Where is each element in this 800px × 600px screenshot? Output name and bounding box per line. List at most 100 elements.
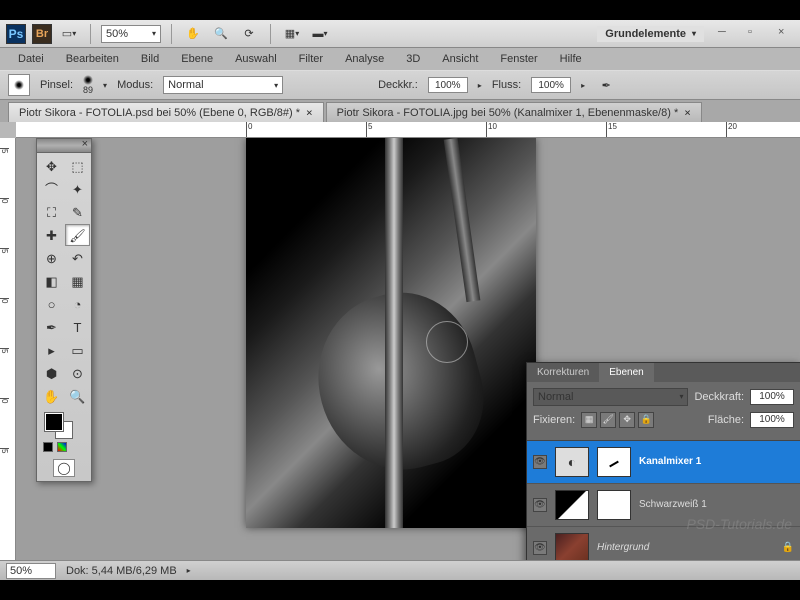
brush-size-value: 89 bbox=[83, 85, 93, 95]
ruler-horizontal[interactable]: 0 5 10 15 20 bbox=[16, 122, 800, 138]
adjustment-thumb-icon[interactable] bbox=[555, 490, 589, 520]
menu-3d[interactable]: 3D bbox=[396, 51, 430, 67]
doc-tab-1[interactable]: Piotr Sikora - FOTOLIA.jpg bei 50% (Kana… bbox=[326, 102, 702, 122]
menu-bild[interactable]: Bild bbox=[131, 51, 169, 67]
rotate-view-button[interactable]: ⟳ bbox=[238, 23, 260, 45]
brush-picker-dropdown[interactable]: ▾ bbox=[103, 81, 107, 90]
mask-thumb-icon[interactable] bbox=[597, 490, 631, 520]
visibility-toggle-icon[interactable]: 👁 bbox=[533, 541, 547, 555]
layer-opacity-input[interactable] bbox=[750, 389, 794, 405]
menu-datei[interactable]: Datei bbox=[8, 51, 54, 67]
layer-thumb-icon[interactable] bbox=[555, 533, 589, 560]
doc-size-label: Dok: 5,44 MB/6,29 MB bbox=[66, 565, 177, 577]
photoshop-icon[interactable]: Ps bbox=[6, 24, 26, 44]
canvas-area[interactable]: ✥ ⬚ ⌒ ✦ ⛶ ✎ ✚ 🖌 ⊕ ↶ ◧ ▦ ○ ◔ ✒ T ▸ bbox=[16, 138, 800, 560]
stamp-tool[interactable]: ⊕ bbox=[39, 247, 64, 269]
maximize-button[interactable]: ▫ bbox=[748, 26, 764, 42]
opacity-label: Deckkr.: bbox=[378, 79, 418, 91]
menu-analyse[interactable]: Analyse bbox=[335, 51, 394, 67]
foreground-color[interactable] bbox=[45, 413, 63, 431]
crop-tool[interactable]: ⛶ bbox=[39, 201, 64, 223]
zoom-tool[interactable]: 🔍 bbox=[65, 385, 90, 407]
blur-tool[interactable]: ○ bbox=[39, 293, 64, 315]
brush-label: Pinsel: bbox=[40, 79, 73, 91]
airbrush-button[interactable]: ✒ bbox=[595, 74, 617, 96]
hand-tool[interactable]: ✋ bbox=[39, 385, 64, 407]
layer-kanalmixer[interactable]: 👁 ◐ Kanalmixer 1 bbox=[527, 441, 800, 484]
opacity-label: Deckkraft: bbox=[694, 391, 744, 403]
brush-cursor-icon bbox=[426, 321, 468, 363]
visibility-toggle-icon[interactable]: 👁 bbox=[533, 498, 547, 512]
toolbox-header[interactable] bbox=[37, 139, 91, 153]
3d-tool[interactable]: ⬢ bbox=[39, 362, 64, 384]
wand-tool[interactable]: ✦ bbox=[65, 178, 90, 200]
doc-tab-0[interactable]: Piotr Sikora - FOTOLIA.psd bei 50% (Eben… bbox=[8, 102, 324, 122]
minimize-button[interactable]: ─ bbox=[718, 26, 734, 42]
bridge-icon[interactable]: Br bbox=[32, 24, 52, 44]
view-extras-button[interactable]: ▭▾ bbox=[58, 23, 80, 45]
flow-slider-toggle[interactable]: ▸ bbox=[581, 81, 585, 90]
adjustment-thumb-icon[interactable]: ◐ bbox=[555, 447, 589, 477]
workspace-select[interactable]: Grundelemente▾ bbox=[597, 26, 704, 42]
move-tool[interactable]: ✥ bbox=[39, 155, 64, 177]
pen-tool[interactable]: ✒ bbox=[39, 316, 64, 338]
ruler-vertical[interactable]: 5 0 5 0 5 0 5 bbox=[0, 138, 16, 560]
layer-fill-input[interactable] bbox=[750, 412, 794, 428]
visibility-toggle-icon[interactable]: 👁 bbox=[533, 455, 547, 469]
lasso-tool[interactable]: ⌒ bbox=[39, 178, 64, 200]
layer-blend-mode-select[interactable]: Normal▾ bbox=[533, 388, 688, 406]
mode-label: Modus: bbox=[117, 79, 153, 91]
doc-info-menu[interactable]: ▸ bbox=[187, 566, 191, 575]
close-button[interactable]: × bbox=[778, 26, 794, 42]
tool-preset-icon[interactable] bbox=[8, 74, 30, 96]
shape-tool[interactable]: ▭ bbox=[65, 339, 90, 361]
lock-transparent-icon[interactable]: ▦ bbox=[581, 412, 597, 428]
menu-filter[interactable]: Filter bbox=[289, 51, 333, 67]
menu-bearbeiten[interactable]: Bearbeiten bbox=[56, 51, 129, 67]
layer-name[interactable]: Kanalmixer 1 bbox=[639, 456, 701, 467]
eyedropper-tool[interactable]: ✎ bbox=[65, 201, 90, 223]
heal-tool[interactable]: ✚ bbox=[39, 224, 64, 246]
marquee-tool[interactable]: ⬚ bbox=[65, 155, 90, 177]
3d-camera-tool[interactable]: ⊙ bbox=[65, 362, 90, 384]
menu-ansicht[interactable]: Ansicht bbox=[432, 51, 488, 67]
gradient-tool[interactable]: ▦ bbox=[65, 270, 90, 292]
lock-pixels-icon[interactable]: 🖌 bbox=[600, 412, 616, 428]
menu-fenster[interactable]: Fenster bbox=[490, 51, 547, 67]
eraser-tool[interactable]: ◧ bbox=[39, 270, 64, 292]
canvas[interactable] bbox=[246, 138, 536, 528]
arrange-docs-button[interactable]: ▦▾ bbox=[281, 23, 303, 45]
default-colors-icon[interactable] bbox=[43, 442, 53, 452]
tab-close-icon[interactable]: × bbox=[306, 106, 313, 119]
menu-hilfe[interactable]: Hilfe bbox=[550, 51, 592, 67]
blend-mode-select[interactable]: Normal▾ bbox=[163, 76, 283, 94]
mask-thumb-icon[interactable] bbox=[597, 447, 631, 477]
lock-label: Fixieren: bbox=[533, 414, 575, 426]
menu-ebene[interactable]: Ebene bbox=[171, 51, 223, 67]
type-tool[interactable]: T bbox=[65, 316, 90, 338]
opacity-slider-toggle[interactable]: ▸ bbox=[478, 81, 482, 90]
brush-tool[interactable]: 🖌 bbox=[65, 224, 90, 246]
history-brush-tool[interactable]: ↶ bbox=[65, 247, 90, 269]
color-swatches[interactable] bbox=[37, 409, 91, 439]
dodge-tool[interactable]: ◔ bbox=[65, 293, 90, 315]
opacity-input[interactable] bbox=[428, 77, 468, 93]
flow-input[interactable] bbox=[531, 77, 571, 93]
layer-name[interactable]: Hintergrund bbox=[597, 542, 649, 553]
lock-position-icon[interactable]: ✥ bbox=[619, 412, 635, 428]
hand-tool-button[interactable]: ✋ bbox=[182, 23, 204, 45]
screen-mode-button[interactable]: ▬▾ bbox=[309, 23, 331, 45]
tab-korrekturen[interactable]: Korrekturen bbox=[527, 363, 599, 382]
lock-all-icon[interactable]: 🔒 bbox=[638, 412, 654, 428]
zoom-level-select[interactable]: 50%▾ bbox=[101, 25, 161, 43]
swap-colors-icon[interactable] bbox=[57, 442, 67, 452]
path-select-tool[interactable]: ▸ bbox=[39, 339, 64, 361]
status-zoom-input[interactable] bbox=[6, 563, 56, 579]
quickmask-button[interactable]: ◯ bbox=[53, 459, 75, 477]
brush-preview-icon[interactable] bbox=[83, 75, 93, 85]
tab-close-icon[interactable]: × bbox=[684, 106, 691, 119]
layer-name[interactable]: Schwarzweiß 1 bbox=[639, 499, 707, 510]
tab-ebenen[interactable]: Ebenen bbox=[599, 363, 653, 382]
menu-auswahl[interactable]: Auswahl bbox=[225, 51, 287, 67]
zoom-tool-button[interactable]: 🔍 bbox=[210, 23, 232, 45]
